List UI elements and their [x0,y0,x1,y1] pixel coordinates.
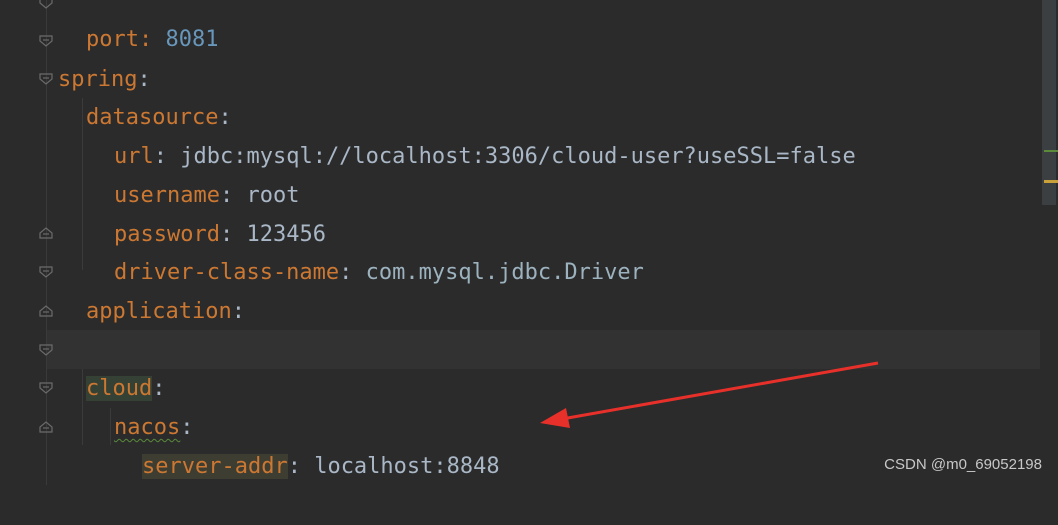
fold-toggle-icon[interactable] [39,0,53,10]
fold-end-icon[interactable] [39,420,53,434]
code-editor[interactable]: port: 8081 spring: datasource: url: jdbc… [0,0,1058,485]
code-line-datasource[interactable]: datasource: [0,59,1040,130]
code-line-spring[interactable]: spring: [0,21,1040,92]
fold-toggle-icon[interactable] [39,381,53,395]
fold-toggle-icon[interactable] [39,265,53,279]
yaml-colon: : [287,454,301,479]
fold-end-icon[interactable] [39,226,53,240]
code-line-password[interactable]: password: 123456 [0,176,1040,247]
fold-toggle-icon[interactable] [39,343,53,357]
code-line-nacos[interactable]: nacos: [0,369,1040,440]
scrollbar-thumb[interactable] [1042,0,1056,205]
fold-toggle-icon[interactable] [39,72,53,86]
watermark: CSDN @m0_69052198 [884,456,1042,473]
code-line-port[interactable]: port: 8081 [0,0,1040,52]
change-marker[interactable] [1044,150,1058,152]
code-line-server-addr[interactable]: server-addr: localhost:8848 [0,408,1040,479]
fold-end-icon[interactable] [39,304,53,318]
fold-toggle-icon[interactable] [39,34,53,48]
code-line-username[interactable]: username: root [0,137,1040,208]
code-line-cloud[interactable]: cloud: [47,330,1040,401]
code-line-url[interactable]: url: jdbc:mysql://localhost:3306/cloud-u… [0,98,1040,169]
yaml-value: localhost:8848 [300,454,500,479]
code-line-name[interactable]: name: userService [0,292,1040,363]
yaml-key: server-addr [142,454,288,479]
vertical-scrollbar[interactable] [1034,0,1058,485]
warning-marker[interactable] [1044,180,1058,183]
code-line-driver-class-name[interactable]: driver-class-name: com.mysql.jdbc.Driver [0,214,1040,285]
code-line-application[interactable]: application: [0,253,1040,324]
